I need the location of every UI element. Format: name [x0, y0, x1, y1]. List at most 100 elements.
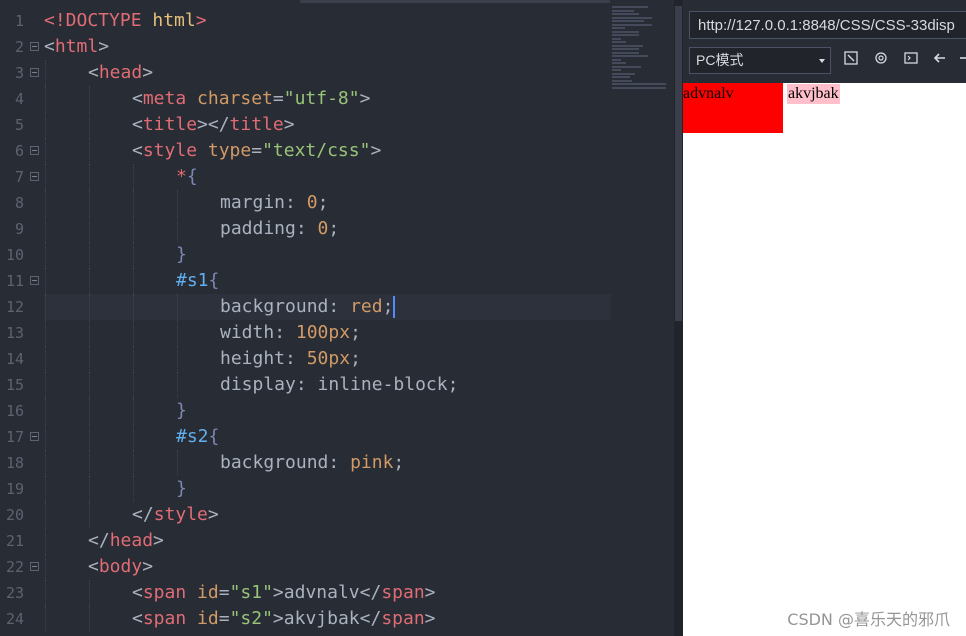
code-line-20[interactable]: </style>: [44, 502, 611, 528]
code-line-1[interactable]: <!DOCTYPE html>: [44, 8, 611, 34]
code-line-23[interactable]: <span id="s1">advnalv</span>: [44, 580, 611, 606]
token-property: height: [220, 348, 286, 369]
token-tag: span: [142, 608, 187, 629]
token-punct: >: [142, 62, 154, 83]
fold-toggle-icon[interactable]: [30, 42, 39, 51]
code-line-5[interactable]: <title></title>: [44, 112, 611, 138]
token-tag: head: [98, 62, 143, 83]
span-s2: akvjbak: [787, 84, 840, 104]
code-line-24[interactable]: <span id="s2">akvjbak</span>: [44, 606, 611, 632]
code-line-21[interactable]: </head>: [44, 528, 611, 554]
line-number: 4: [14, 90, 24, 108]
fold-toggle-icon[interactable]: [30, 432, 39, 441]
code-line-7[interactable]: *{: [44, 164, 611, 190]
line-number: 22: [5, 558, 24, 576]
token-punct: :: [328, 296, 351, 317]
token-attr: id: [186, 608, 219, 629]
code-line-13[interactable]: width: 100px;: [44, 320, 611, 346]
gutter-line: 17: [0, 424, 44, 450]
code-line-17[interactable]: #s2{: [44, 424, 611, 450]
token-punct: </: [88, 530, 110, 551]
token-punct: :: [285, 348, 307, 369]
code-area[interactable]: <!DOCTYPE html> <html> <head> <meta char…: [44, 8, 611, 632]
token-tag: html: [54, 36, 99, 57]
token-tag: meta: [142, 88, 187, 109]
token-punct: <: [132, 88, 143, 109]
app-window: 1 2 3 4 5 6 7 8 9 10 11 12 13 14 15 16 17 18 19 20 21 22 23 24 …: [0, 0, 966, 636]
minimap[interactable]: [612, 6, 674, 92]
minimap-line: [612, 20, 645, 22]
editor-scrollbar-thumb[interactable]: [675, 6, 682, 321]
console-icon[interactable]: [901, 50, 921, 70]
minimap-line: [612, 34, 639, 36]
settings-icon[interactable]: [871, 50, 891, 70]
token-tag: span: [381, 608, 425, 629]
line-number: 8: [14, 194, 24, 212]
token-punct: ></: [197, 114, 230, 135]
token-tag: style: [153, 504, 208, 525]
line-number: 9: [14, 220, 24, 238]
token-brace: {: [208, 426, 220, 447]
code-line-6[interactable]: <style type="text/css">: [44, 138, 611, 164]
token-number: 50px: [306, 348, 351, 369]
token-punct: >: [359, 88, 371, 109]
code-line-11[interactable]: #s1{: [44, 268, 611, 294]
gutter-line: 16: [0, 398, 44, 424]
token-punct: </: [359, 608, 382, 629]
line-number: 11: [5, 272, 24, 290]
code-line-19[interactable]: }: [44, 476, 611, 502]
url-input[interactable]: http://127.0.0.1:8848/CSS/CSS-33disp: [689, 11, 966, 39]
code-line-14[interactable]: height: 50px;: [44, 346, 611, 372]
code-line-10[interactable]: }: [44, 242, 611, 268]
code-editor[interactable]: 1 2 3 4 5 6 7 8 9 10 11 12 13 14 15 16 17 18 19 20 21 22 23 24 …: [0, 0, 683, 636]
code-line-8[interactable]: margin: 0;: [44, 190, 611, 216]
fold-toggle-icon[interactable]: [30, 172, 39, 181]
code-line-12[interactable]: background: red;: [44, 294, 611, 320]
fold-toggle-icon[interactable]: [30, 276, 39, 285]
token-tag: title: [142, 114, 198, 135]
token-number: 100px: [295, 322, 351, 343]
device-mode-select[interactable]: PC模式: [689, 47, 831, 74]
token-punct: <: [44, 36, 55, 57]
token-brace: {: [208, 270, 220, 291]
page-viewport[interactable]: advnalv akvjbak: [683, 83, 966, 636]
code-line-3[interactable]: <head>: [44, 60, 611, 86]
gutter-line: 18: [0, 450, 44, 476]
code-line-18[interactable]: background: pink;: [44, 450, 611, 476]
code-line-15[interactable]: display: inline-block;: [44, 372, 611, 398]
line-number: 17: [5, 428, 24, 446]
token-punct: ;: [382, 296, 394, 317]
token-punct: =: [272, 88, 284, 109]
token-punct: :: [295, 374, 318, 395]
gutter-line: 20: [0, 502, 44, 528]
minimap-line: [612, 76, 630, 78]
code-line-22[interactable]: <body>: [44, 554, 611, 580]
minimap-line: [612, 62, 627, 64]
token-doctype: <!DOCTYPE: [44, 10, 142, 31]
gutter-line: 24: [0, 606, 44, 632]
code-line-4[interactable]: <meta charset="utf-8">: [44, 86, 611, 112]
gutter-line: 21: [0, 528, 44, 554]
fold-toggle-icon[interactable]: [30, 146, 39, 155]
token-brace: }: [176, 244, 187, 265]
gutter-line: 19: [0, 476, 44, 502]
line-number: 15: [5, 376, 24, 394]
token-id-selector: #s2: [176, 426, 209, 447]
code-line-16[interactable]: }: [44, 398, 611, 424]
code-line-2[interactable]: <html>: [44, 34, 611, 60]
token-punct: :: [274, 322, 296, 343]
back-arrow-icon[interactable]: [930, 50, 950, 70]
token-brace: }: [176, 400, 187, 421]
token-punct: </: [132, 504, 154, 525]
fold-toggle-icon[interactable]: [30, 562, 39, 571]
token-value: inline-block: [317, 374, 448, 395]
token-punct: </: [359, 582, 382, 603]
line-number: 16: [5, 402, 24, 420]
token-punct: >: [424, 582, 436, 603]
code-line-9[interactable]: padding: 0;: [44, 216, 611, 242]
token-text: akvjbak: [283, 608, 360, 629]
forward-arrow-icon[interactable]: [957, 50, 966, 70]
fold-toggle-icon[interactable]: [30, 68, 39, 77]
screenshot-icon[interactable]: [841, 50, 861, 70]
token-punct: >: [283, 114, 295, 135]
